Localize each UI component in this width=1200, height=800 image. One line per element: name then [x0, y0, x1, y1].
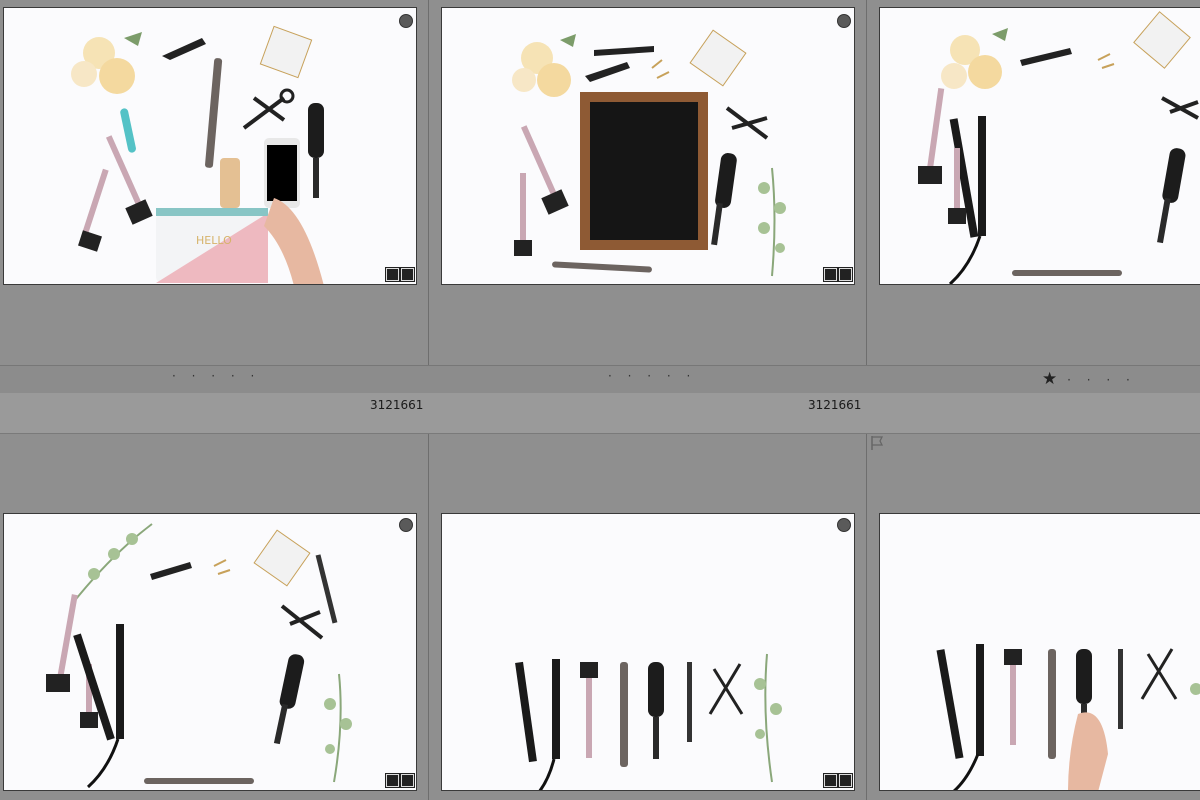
- rating-dots-remaining: · · · ·: [1067, 373, 1136, 387]
- rating-dots[interactable]: · · · · ·: [172, 369, 260, 383]
- rating-dots[interactable]: ★ · · · ·: [1042, 369, 1136, 389]
- photo-thumbnail-5[interactable]: [441, 513, 855, 791]
- flag-icon[interactable]: [870, 435, 884, 451]
- photo-thumbnail-4[interactable]: [3, 513, 417, 791]
- svg-text:HELLO: HELLO: [196, 234, 232, 247]
- circle-badge-icon: [837, 14, 851, 28]
- cell-header-band: [0, 393, 1200, 434]
- cell-filename: 3121661: [808, 398, 862, 412]
- develop-adjustment-icon[interactable]: [385, 267, 415, 282]
- thumbnail-grid: HELLO · · · · · · · · · · ★ · · · · 3121…: [0, 0, 1200, 800]
- photo-thumbnail-6[interactable]: [879, 513, 1200, 791]
- photo-thumbnail-3[interactable]: [879, 7, 1200, 285]
- circle-badge-icon: [399, 518, 413, 532]
- rating-dots[interactable]: · · · · ·: [608, 369, 696, 383]
- photo-thumbnail-1[interactable]: HELLO: [3, 7, 417, 285]
- develop-adjustment-icon[interactable]: [823, 267, 853, 282]
- star-icon[interactable]: ★: [1042, 369, 1057, 389]
- circle-badge-icon: [399, 14, 413, 28]
- photo-thumbnail-2[interactable]: [441, 7, 855, 285]
- develop-adjustment-icon[interactable]: [823, 773, 853, 788]
- circle-badge-icon: [837, 518, 851, 532]
- cell-filename: 3121661: [370, 398, 424, 412]
- develop-adjustment-icon[interactable]: [385, 773, 415, 788]
